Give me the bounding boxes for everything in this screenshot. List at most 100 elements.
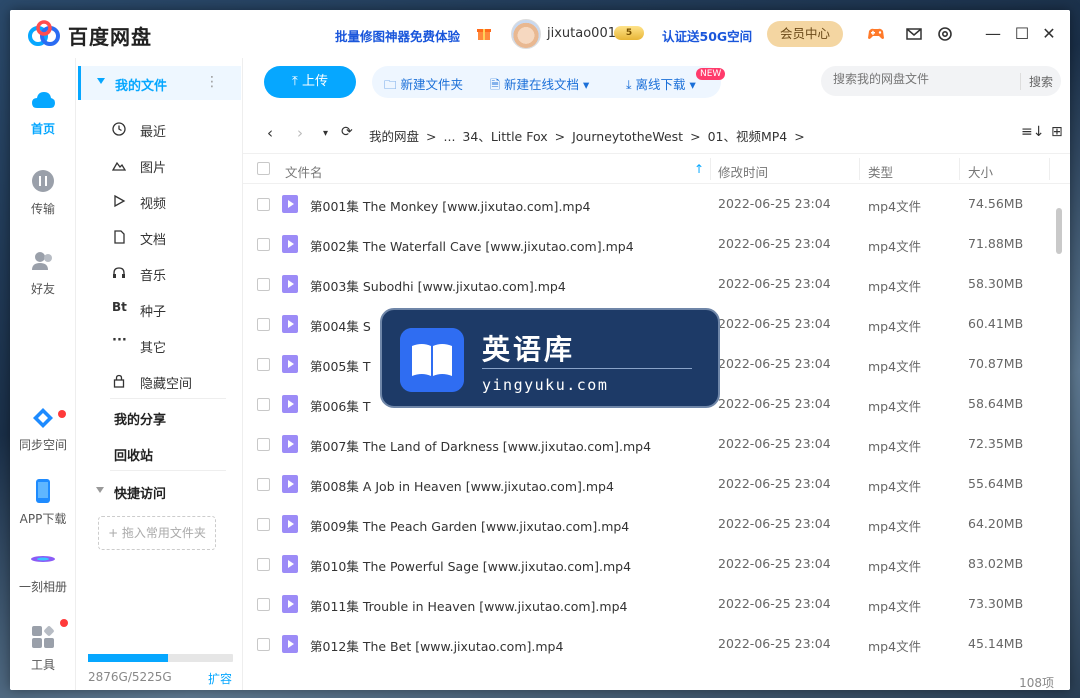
forward-icon[interactable]: › xyxy=(297,124,303,142)
row-checkbox[interactable] xyxy=(257,198,270,211)
scrollbar[interactable] xyxy=(1056,198,1064,648)
file-name[interactable]: 第004集 S xyxy=(310,316,371,335)
nav-transfer[interactable]: 传输 xyxy=(10,168,76,217)
breadcrumb-item[interactable]: JourneytotheWest xyxy=(572,129,683,144)
grid-view-icon[interactable]: ⊞ xyxy=(1051,124,1063,140)
file-modified: 2022-06-25 23:04 xyxy=(718,356,831,371)
row-checkbox[interactable] xyxy=(257,518,270,531)
table-row[interactable]: 第003集 Subodhi [www.jixutao.com].mp4 2022-… xyxy=(243,264,1055,304)
refresh-icon[interactable]: ⟳ xyxy=(341,124,353,140)
file-size: 83.02MB xyxy=(968,556,1024,571)
row-checkbox[interactable] xyxy=(257,238,270,251)
file-name[interactable]: 第005集 T xyxy=(310,356,370,375)
table-row[interactable]: 第011集 Trouble in Heaven [www.jixutao.com… xyxy=(243,584,1055,624)
breadcrumb-item[interactable]: 34、Little Fox xyxy=(462,129,547,144)
upload-button[interactable]: ⤒ 上传 xyxy=(264,66,356,98)
gamepad-icon[interactable] xyxy=(866,24,886,44)
search-input[interactable] xyxy=(833,72,1013,86)
sidebar-my-files[interactable]: 我的文件 ⋮ xyxy=(78,66,241,100)
header-size[interactable]: 大小 xyxy=(968,162,993,181)
nav-app-download[interactable]: APP下载 xyxy=(10,478,76,527)
nav-sync-space-label: 同步空间 xyxy=(18,438,67,452)
table-row[interactable]: 第010集 The Powerful Sage [www.jixutao.com… xyxy=(243,544,1055,584)
collapse-caret-icon[interactable] xyxy=(97,78,105,84)
more-dots-icon: ··· xyxy=(112,333,127,348)
video-file-icon xyxy=(282,555,298,573)
gift-icon[interactable] xyxy=(476,25,492,41)
select-all-checkbox[interactable] xyxy=(257,162,270,175)
more-options-icon[interactable]: ⋮ xyxy=(205,74,219,90)
video-file-icon xyxy=(282,515,298,533)
table-row[interactable]: 第008集 A Job in Heaven [www.jixutao.com].… xyxy=(243,464,1055,504)
sort-icon[interactable]: ≡↓ xyxy=(1021,124,1044,140)
scrollbar-thumb[interactable] xyxy=(1056,208,1062,254)
sidebar-item-label: 文档 xyxy=(140,233,167,248)
row-checkbox[interactable] xyxy=(257,318,270,331)
table-row[interactable]: 第009集 The Peach Garden [www.jixutao.com]… xyxy=(243,504,1055,544)
cloud-home-icon xyxy=(32,92,55,108)
breadcrumb-item[interactable]: ... xyxy=(444,129,456,144)
username[interactable]: jixutao001 xyxy=(547,26,616,41)
nav-album[interactable]: 一刻相册 xyxy=(10,546,76,595)
header-modified[interactable]: 修改时间 xyxy=(718,162,768,181)
new-folder-icon: 🗀 xyxy=(384,77,401,92)
file-name[interactable]: 第012集 The Bet [www.jixutao.com].mp4 xyxy=(310,636,563,655)
table-row[interactable]: 第012集 The Bet [www.jixutao.com].mp4 2022-… xyxy=(243,624,1055,664)
settings-gear-icon[interactable] xyxy=(935,24,955,44)
row-checkbox[interactable] xyxy=(257,478,270,491)
nav-sync-space[interactable]: 同步空间 xyxy=(10,404,76,453)
sidebar-quick-access[interactable]: 快捷访问 xyxy=(114,483,166,502)
file-name[interactable]: 第011集 Trouble in Heaven [www.jixutao.com… xyxy=(310,596,627,615)
file-name[interactable]: 第001集 The Monkey [www.jixutao.com].mp4 xyxy=(310,196,590,215)
verify-link[interactable]: 认证送50G空间 xyxy=(662,26,752,45)
tools-notification-dot xyxy=(60,619,68,627)
nav-friends[interactable]: 好友 xyxy=(10,248,76,297)
header-filename[interactable]: 文件名 xyxy=(285,162,323,181)
nav-home-label: 首页 xyxy=(30,122,55,136)
maximize-button[interactable]: ☐ xyxy=(1012,24,1032,44)
bt-icon: Bt xyxy=(112,300,127,314)
sort-asc-icon[interactable]: ↑ xyxy=(694,162,704,176)
table-row[interactable]: 第007集 The Land of Darkness [www.jixutao.… xyxy=(243,424,1055,464)
file-name[interactable]: 第003集 Subodhi [www.jixutao.com].mp4 xyxy=(310,276,566,295)
promo-link[interactable]: 批量修图神器免费体验 xyxy=(335,26,460,45)
mail-icon[interactable] xyxy=(904,24,924,44)
file-name[interactable]: 第002集 The Waterfall Cave [www.jixutao.co… xyxy=(310,236,634,255)
table-row[interactable]: 第002集 The Waterfall Cave [www.jixutao.co… xyxy=(243,224,1055,264)
row-checkbox[interactable] xyxy=(257,398,270,411)
video-file-icon xyxy=(282,235,298,253)
header-type[interactable]: 类型 xyxy=(868,162,893,181)
file-name[interactable]: 第009集 The Peach Garden [www.jixutao.com]… xyxy=(310,516,629,535)
new-folder-button[interactable]: 🗀 新建文件夹 xyxy=(384,74,463,97)
breadcrumb-item[interactable]: 01、视频MP4 xyxy=(708,129,788,144)
nav-tools[interactable]: 工具 xyxy=(10,624,76,673)
new-online-doc-button[interactable]: 🗎 新建在线文档 ▾ xyxy=(490,74,589,97)
nav-home[interactable]: 首页 xyxy=(10,88,76,137)
file-name[interactable]: 第008集 A Job in Heaven [www.jixutao.com].… xyxy=(310,476,614,495)
file-name[interactable]: 第010集 The Powerful Sage [www.jixutao.com… xyxy=(310,556,631,575)
file-name[interactable]: 第007集 The Land of Darkness [www.jixutao.… xyxy=(310,436,651,455)
row-checkbox[interactable] xyxy=(257,358,270,371)
history-dropdown-icon[interactable]: ▾ xyxy=(323,128,328,139)
sidebar-recycle-bin[interactable]: 回收站 xyxy=(114,445,153,464)
row-checkbox[interactable] xyxy=(257,278,270,291)
search-button[interactable]: 搜索 xyxy=(1019,73,1053,90)
row-checkbox[interactable] xyxy=(257,638,270,651)
vip-center-button[interactable]: 会员中心 xyxy=(767,21,843,47)
sidebar-my-share[interactable]: 我的分享 xyxy=(114,409,166,428)
drop-folder-zone[interactable]: + 拖入常用文件夹 xyxy=(98,516,216,550)
file-name[interactable]: 第006集 T xyxy=(310,396,370,415)
avatar[interactable] xyxy=(511,19,541,49)
quick-access-caret-icon[interactable] xyxy=(96,487,104,493)
row-checkbox[interactable] xyxy=(257,598,270,611)
expand-storage-link[interactable]: 扩容 xyxy=(208,670,232,687)
offline-download-button[interactable]: ⤓ 离线下载 ▾ xyxy=(626,74,696,93)
sidebar-item-label: 隐藏空间 xyxy=(140,377,193,392)
breadcrumb-item[interactable]: 我的网盘 xyxy=(369,129,419,144)
row-checkbox[interactable] xyxy=(257,558,270,571)
back-icon[interactable]: ‹ xyxy=(267,124,273,142)
minimize-button[interactable]: — xyxy=(983,24,1003,44)
table-row[interactable]: 第001集 The Monkey [www.jixutao.com].mp4 20… xyxy=(243,184,1055,224)
row-checkbox[interactable] xyxy=(257,438,270,451)
close-button[interactable]: ✕ xyxy=(1039,24,1059,44)
